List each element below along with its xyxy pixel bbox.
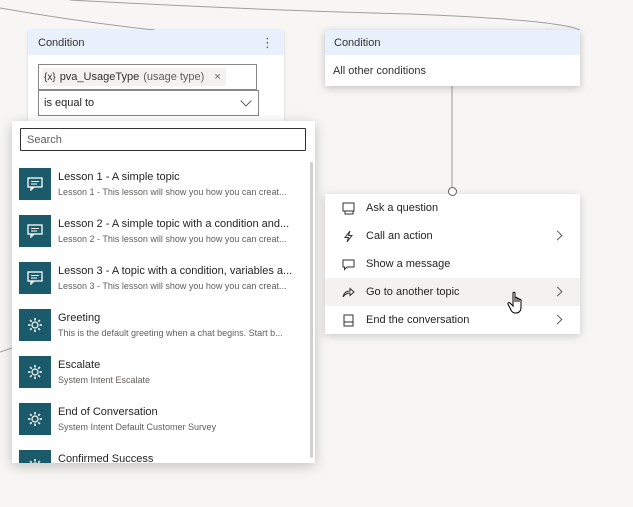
topic-text: Greeting This is the default greeting whe…	[58, 312, 298, 338]
add-node-menu: Ask a question Call an action Show a messa…	[325, 194, 580, 334]
topic-text: Escalate System Intent Escalate	[58, 359, 298, 385]
variable-type: (usage type)	[143, 71, 205, 83]
chevron-right-icon	[552, 286, 563, 297]
topic-name: Lesson 2 - A simple topic with a conditi…	[58, 218, 290, 230]
topic-name: Confirmed Success	[58, 453, 154, 463]
topic-text: End of Conversation System Intent Default…	[58, 406, 298, 432]
chevron-down-icon	[240, 95, 252, 107]
redirect-arrow-icon	[342, 286, 355, 299]
topic-description: Lesson 1 - This lesson will show you how…	[58, 187, 287, 197]
topic-name: Lesson 1 - A simple topic	[58, 171, 180, 183]
condition-body: All other conditions	[333, 65, 426, 77]
topic-name: Lesson 3 - A topic with a condition, var…	[58, 265, 293, 277]
variable-chip: {x} pva_UsageType (usage type) ×	[42, 68, 226, 86]
search-input[interactable]	[20, 128, 306, 151]
condition-card-left[interactable]: Condition ⋮ {x} pva_UsageType (usage typ…	[28, 30, 284, 126]
topic-name: End of Conversation	[58, 406, 158, 418]
topic-item[interactable]: Confirmed Success	[19, 444, 307, 463]
topic-name: Escalate	[58, 359, 101, 371]
menu-item-label: Ask a question	[366, 202, 439, 214]
topic-description: Lesson 2 - This lesson will show you how…	[58, 234, 287, 244]
condition-card-header: Condition	[325, 30, 580, 55]
scrollbar[interactable]	[310, 162, 313, 458]
topic-description: Lesson 3 - This lesson will show you how…	[58, 281, 287, 291]
menu-item-go-to-another-topic[interactable]: Go to another topic	[325, 278, 580, 306]
topic-text: Lesson 2 - A simple topic with a conditi…	[58, 218, 298, 244]
operator-value: is equal to	[44, 97, 95, 109]
more-options-icon[interactable]: ⋮	[261, 36, 274, 49]
remove-variable-icon[interactable]: ×	[214, 71, 220, 83]
end-icon	[342, 314, 355, 327]
menu-item-label: Go to another topic	[366, 286, 460, 298]
system-gear-icon	[19, 450, 51, 463]
topic-picker: Lesson 1 - A simple topic Lesson 1 - This…	[12, 121, 315, 463]
topic-item[interactable]: Lesson 1 - A simple topic Lesson 1 - This…	[19, 162, 307, 209]
topic-text: Lesson 1 - A simple topic Lesson 1 - This…	[58, 171, 298, 197]
lightning-icon	[342, 230, 355, 243]
topic-item[interactable]: Lesson 2 - A simple topic with a conditi…	[19, 209, 307, 256]
menu-item-call-an-action[interactable]: Call an action	[325, 222, 580, 250]
variable-field[interactable]: {x} pva_UsageType (usage type) ×	[38, 64, 257, 90]
topic-name: Greeting	[58, 312, 101, 324]
message-icon	[342, 258, 355, 271]
condition-card-right[interactable]: Condition All other conditions	[325, 30, 580, 86]
topic-description: System Intent Escalate	[58, 375, 151, 385]
menu-item-label: End the conversation	[366, 314, 470, 326]
system-gear-icon	[19, 356, 51, 388]
question-icon	[342, 202, 355, 215]
topic-item[interactable]: Escalate System Intent Escalate	[19, 350, 307, 397]
menu-item-label: Call an action	[366, 230, 433, 242]
chat-bubble-icon	[19, 215, 51, 247]
chevron-right-icon	[552, 230, 563, 241]
chat-bubble-icon	[19, 168, 51, 200]
system-gear-icon	[19, 403, 51, 435]
menu-item-show-a-message[interactable]: Show a message	[325, 250, 580, 278]
variable-name: pva_UsageType	[59, 71, 140, 83]
variable-icon: {x}	[44, 71, 56, 83]
operator-dropdown[interactable]: is equal to	[38, 90, 259, 116]
system-gear-icon	[19, 309, 51, 341]
topic-item[interactable]: End of Conversation System Intent Default…	[19, 397, 307, 444]
hand-cursor-icon	[507, 291, 522, 314]
chat-bubble-icon	[19, 262, 51, 294]
topic-description: This is the default greeting when a chat…	[58, 328, 283, 338]
condition-card-header: Condition ⋮	[28, 30, 284, 55]
menu-item-ask-a-question[interactable]: Ask a question	[325, 194, 580, 222]
topic-item[interactable]: Greeting This is the default greeting whe…	[19, 303, 307, 350]
topic-text: Lesson 3 - A topic with a condition, var…	[58, 265, 298, 291]
topic-list: Lesson 1 - A simple topic Lesson 1 - This…	[19, 162, 307, 463]
connector-port[interactable]	[448, 187, 457, 196]
condition-title: Condition	[334, 36, 381, 49]
menu-item-end-the-conversation[interactable]: End the conversation	[325, 306, 580, 334]
condition-title: Condition	[38, 36, 85, 49]
menu-item-label: Show a message	[366, 258, 451, 270]
chevron-right-icon	[552, 314, 563, 325]
topic-item[interactable]: Lesson 3 - A topic with a condition, var…	[19, 256, 307, 303]
topic-description: System Intent Default Customer Survey	[58, 422, 217, 432]
topic-text: Confirmed Success	[58, 453, 298, 463]
